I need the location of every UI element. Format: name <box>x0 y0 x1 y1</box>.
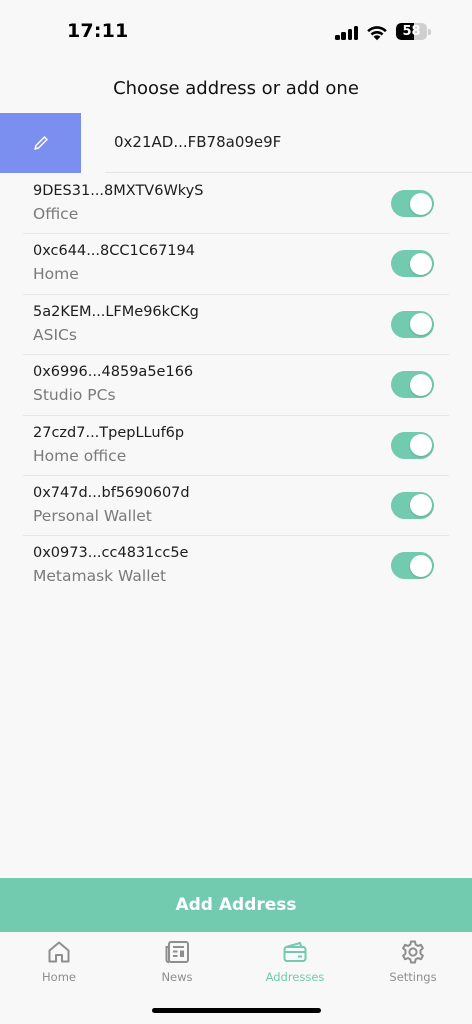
current-address: 0x21AD...FB78a09e9F <box>114 133 282 151</box>
gear-icon <box>402 940 424 964</box>
address-label: Home office <box>33 446 127 465</box>
address-label: Office <box>33 205 79 223</box>
cellular-signal-icon <box>335 26 359 40</box>
address-list: 9DES31...8MXTV6WkyS Office 0xc644...8CC1… <box>23 174 449 597</box>
status-bar: 17:11 58 <box>0 0 472 64</box>
wallet-icon <box>283 942 307 962</box>
address-toggle[interactable] <box>391 310 434 338</box>
toggle-knob <box>409 434 432 457</box>
add-address-button[interactable]: Add Address <box>0 878 472 932</box>
address-toggle[interactable] <box>391 431 434 459</box>
address-list-item[interactable]: 0x0973...cc4831cc5e Metamask Wallet <box>23 536 449 596</box>
divider <box>105 172 472 173</box>
address-list-item[interactable]: 27czd7...TpepLLuf6p Home office <box>23 416 449 476</box>
tab-label: Settings <box>389 970 437 984</box>
address-value: 5a2KEM...LFMe96kCKg <box>33 303 199 320</box>
address-value: 0x747d...bf5690607d <box>33 484 190 501</box>
address-value: 9DES31...8MXTV6WkyS <box>33 183 204 199</box>
battery-level: 58 <box>402 24 421 39</box>
tab-label: Addresses <box>265 970 325 984</box>
tab-label: Home <box>42 970 76 984</box>
address-list-item[interactable]: 9DES31...8MXTV6WkyS Office <box>23 174 449 235</box>
newspaper-icon <box>165 941 189 964</box>
current-address-row: 0x21AD...FB78a09e9F <box>0 113 472 173</box>
home-icon <box>48 941 70 963</box>
address-toggle[interactable] <box>391 552 434 580</box>
address-list-item[interactable]: 0x6996...4859a5e166 Studio PCs <box>23 355 449 416</box>
address-list-item[interactable]: 5a2KEM...LFMe96kCKg ASICs <box>23 295 449 356</box>
address-toggle[interactable] <box>391 371 434 399</box>
edit-button[interactable] <box>0 113 81 173</box>
toggle-knob <box>409 373 432 396</box>
address-value: 0x6996...4859a5e166 <box>33 364 194 381</box>
wifi-icon <box>367 26 387 41</box>
address-list-item[interactable]: 0xc644...8CC1C67194 Home <box>23 234 449 295</box>
address-list-item[interactable]: 0x747d...bf5690607d Personal Wallet <box>23 476 449 537</box>
battery-icon: 58 <box>396 23 431 40</box>
tab-news[interactable]: News <box>137 938 217 994</box>
toggle-knob <box>409 494 432 517</box>
toggle-knob <box>409 554 432 577</box>
tab-settings[interactable]: Settings <box>373 938 453 994</box>
address-label: Personal Wallet <box>33 506 152 525</box>
toggle-knob <box>409 192 432 215</box>
address-label: ASICs <box>33 325 77 344</box>
address-value: 27czd7...TpepLLuf6p <box>33 424 185 441</box>
tab-home[interactable]: Home <box>19 938 99 994</box>
status-time: 17:11 <box>67 20 129 42</box>
address-toggle[interactable] <box>391 491 434 519</box>
tab-addresses[interactable]: Addresses <box>255 938 335 994</box>
home-indicator <box>152 1008 321 1013</box>
address-value: 0xc644...8CC1C67194 <box>33 243 195 260</box>
address-label: Studio PCs <box>33 386 116 405</box>
address-label: Metamask Wallet <box>33 567 167 586</box>
address-toggle[interactable] <box>391 250 434 278</box>
toggle-knob <box>409 313 432 336</box>
page-title: Choose address or add one <box>113 78 359 99</box>
tab-label: News <box>161 970 193 984</box>
toggle-knob <box>409 252 432 275</box>
address-value: 0x0973...cc4831cc5e <box>33 545 189 562</box>
pencil-icon <box>33 136 48 150</box>
address-toggle[interactable] <box>391 190 434 217</box>
address-label: Home <box>33 265 79 284</box>
